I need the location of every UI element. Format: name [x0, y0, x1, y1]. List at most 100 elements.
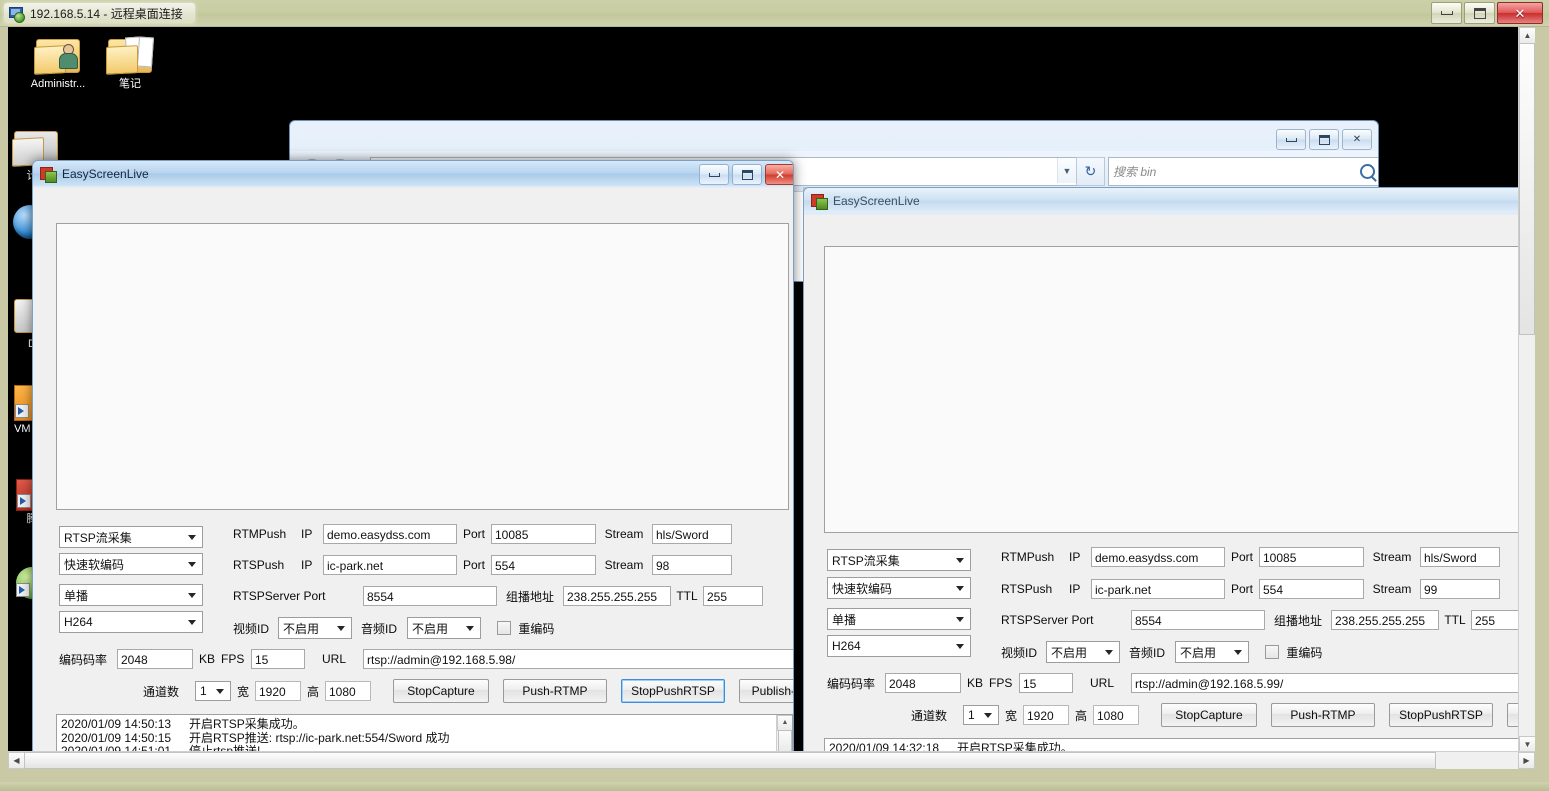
esl-left-rtsp-ip-input[interactable]: ic-park.net — [323, 555, 457, 575]
esl-right-rtmp-stream-input[interactable]: hls/Sword — [1420, 547, 1500, 567]
esl-right-fps-input[interactable]: 15 — [1019, 673, 1073, 693]
port-label: Port — [462, 527, 485, 541]
esl-right-title-text: EasyScreenLive — [833, 193, 920, 208]
esl-right-width-input[interactable]: 1920 — [1023, 705, 1069, 725]
audio-id-label: 音频ID — [1129, 645, 1166, 660]
esl-left-url-input[interactable]: rtsp://admin@192.168.5.98/ — [363, 649, 793, 669]
esl-right-rtmp-ip-input[interactable]: demo.easydss.com — [1091, 547, 1225, 567]
esl-right-clip-region: EasyScreenLive RTSP流采集 快速软编码 单播 H264 RTM… — [803, 187, 1535, 769]
chevron-down-icon — [984, 712, 992, 718]
esl-left-stop-push-rtsp-button[interactable]: StopPushRTSP — [621, 679, 725, 703]
esl-left-height-input[interactable]: 1080 — [325, 681, 371, 701]
esl-right-recode-checkbox[interactable]: 重编码 — [1265, 644, 1322, 661]
esl-left-rtsp-port-input[interactable]: 554 — [491, 555, 596, 575]
rdp-restore-button[interactable] — [1464, 2, 1495, 24]
esl-right-bitrate-input[interactable]: 2048 — [885, 673, 961, 693]
scroll-thumb-horizontal[interactable] — [24, 752, 1436, 769]
esl-right-multicast-input[interactable]: 238.255.255.255 — [1331, 610, 1439, 630]
esl-right-source-combo[interactable]: RTSP流采集 — [827, 549, 971, 571]
esl-right-rtsp-port-input[interactable]: 554 — [1259, 579, 1364, 599]
esl-right-rtsp-server-port-input[interactable]: 8554 — [1131, 610, 1265, 630]
esl-left-rtmp-ip-input[interactable]: demo.easydss.com — [323, 524, 457, 544]
esl-right-encoder-combo[interactable]: 快速软编码 — [827, 577, 971, 599]
esl-left-cast-combo[interactable]: 单播 — [59, 584, 203, 606]
esl-right-stop-capture-button[interactable]: StopCapture — [1161, 703, 1257, 727]
esl-right-video-preview[interactable] — [824, 246, 1535, 533]
esl-left-codec-combo[interactable]: H264 — [59, 611, 203, 633]
chevron-down-icon — [188, 592, 196, 598]
scroll-up-icon[interactable]: ▲ — [777, 715, 792, 731]
esl-left-rtmp-stream-input[interactable]: hls/Sword — [652, 524, 732, 544]
esl-left-push-rtmp-button[interactable]: Push-RTMP — [503, 679, 607, 703]
explorer-minimize-button[interactable] — [1276, 129, 1306, 150]
esl-left-rtsp-stream-input[interactable]: 98 — [652, 555, 732, 575]
esl-right-rtsp-stream-input[interactable]: 99 — [1420, 579, 1500, 599]
esl-left-channels-combo[interactable]: 1 — [195, 681, 231, 701]
esl-left-multicast-input[interactable]: 238.255.255.255 — [563, 586, 671, 606]
desktop-icon-notes[interactable]: 笔记 — [84, 35, 176, 91]
esl-left-video-id-combo[interactable]: 不启用 — [278, 617, 352, 639]
esl-left-fps-input[interactable]: 15 — [251, 649, 305, 669]
esl-right-codec-combo[interactable]: H264 — [827, 635, 971, 657]
explorer-close-button[interactable]: ✕ — [1342, 129, 1372, 150]
esl-right-video-id-combo[interactable]: 不启用 — [1046, 641, 1120, 663]
port-label: Port — [1230, 550, 1253, 564]
scroll-up-icon[interactable]: ▲ — [1519, 27, 1535, 44]
rdp-window-controls: ✕ — [1431, 2, 1543, 24]
esl-right-channels-combo[interactable]: 1 — [963, 705, 999, 725]
esl-right-url-input[interactable]: rtsp://admin@192.168.5.99/ — [1131, 673, 1535, 693]
esl-left-rtsp-server-port-input[interactable]: 8554 — [363, 586, 497, 606]
desktop-icon-label: Administr... — [30, 78, 86, 90]
scroll-thumb-vertical[interactable] — [1519, 43, 1535, 335]
esl-left-bitrate-input[interactable]: 2048 — [117, 649, 193, 669]
rdp-minimize-button[interactable] — [1431, 2, 1462, 24]
esl-left-stop-capture-button[interactable]: StopCapture — [393, 679, 489, 703]
esl-right-push-rtmp-button[interactable]: Push-RTMP — [1271, 703, 1375, 727]
breadcrumb-dropdown-icon[interactable]: ▼ — [1057, 158, 1076, 183]
esl-right-audio-id-combo[interactable]: 不启用 — [1175, 641, 1249, 663]
esl-left-restore-button[interactable] — [732, 164, 762, 185]
rdp-close-button[interactable]: ✕ — [1497, 2, 1543, 24]
scroll-left-icon[interactable]: ◀ — [8, 752, 25, 769]
esl-left-recode-checkbox[interactable]: 重编码 — [497, 620, 554, 637]
esl-right-cast-combo[interactable]: 单播 — [827, 608, 971, 630]
esl-left-ttl-input[interactable]: 255 — [703, 586, 763, 606]
chevron-down-icon — [956, 585, 964, 591]
esl-left-close-button[interactable]: ✕ — [765, 164, 793, 185]
esl-left-publish-server-button[interactable]: Publish-Server — [739, 679, 793, 703]
audio-id-label: 音频ID — [361, 621, 398, 636]
combo-value: 不启用 — [1051, 645, 1088, 660]
explorer-restore-button[interactable] — [1309, 129, 1339, 150]
esl-right-channel-row: 通道数 1 宽 1920 高 1080 StopCapture Push-RTM… — [911, 703, 1535, 727]
chevron-down-icon — [337, 625, 345, 631]
refresh-button[interactable]: ↻ — [1076, 157, 1105, 186]
chevron-down-icon — [956, 643, 964, 649]
esl-right-rtmp-port-input[interactable]: 10085 — [1259, 547, 1364, 567]
esl-left-rtmp-port-input[interactable]: 10085 — [491, 524, 596, 544]
esl-left-audio-id-combo[interactable]: 不启用 — [407, 617, 481, 639]
desktop-horizontal-scrollbar[interactable]: ◀ ▶ — [8, 751, 1535, 769]
width-label: 宽 — [236, 684, 249, 699]
chevron-down-icon — [1105, 649, 1113, 655]
esl-left-width-input[interactable]: 1920 — [255, 681, 301, 701]
esl-left-video-preview[interactable] — [56, 223, 789, 510]
esl-left-channel-row: 通道数 1 宽 1920 高 1080 StopCapture Push-RTM… — [143, 679, 793, 703]
rdp-connection-bar[interactable]: 192.168.5.14 - 远程桌面连接 — [4, 3, 195, 23]
esl-left-rtsp-row: RTSPush IP ic-park.net Port 554 Stream 9… — [233, 555, 732, 575]
refresh-icon: ↻ — [1084, 163, 1097, 179]
remote-desktop-icon — [8, 5, 25, 23]
esl-left-minimize-button[interactable] — [699, 164, 729, 185]
scroll-right-icon[interactable]: ▶ — [1518, 752, 1535, 769]
combo-value: 单播 — [64, 588, 89, 603]
esl-right-height-input[interactable]: 1080 — [1093, 705, 1139, 725]
combo-value: H264 — [64, 615, 93, 629]
esl-left-rtmp-row: RTMPush IP demo.easydss.com Port 10085 S… — [233, 524, 732, 544]
search-input[interactable]: 搜索 bin — [1108, 157, 1378, 186]
esl-left-source-combo[interactable]: RTSP流采集 — [59, 526, 203, 548]
esl-right-stop-push-rtsp-button[interactable]: StopPushRTSP — [1389, 703, 1493, 727]
esl-right-rtsp-ip-input[interactable]: ic-park.net — [1091, 579, 1225, 599]
esl-left-window-controls: ✕ — [699, 164, 793, 185]
esl-left-encoder-combo[interactable]: 快速软编码 — [59, 553, 203, 575]
desktop-vertical-scrollbar[interactable]: ▲ ▼ — [1518, 27, 1535, 753]
chevron-down-icon — [466, 625, 474, 631]
